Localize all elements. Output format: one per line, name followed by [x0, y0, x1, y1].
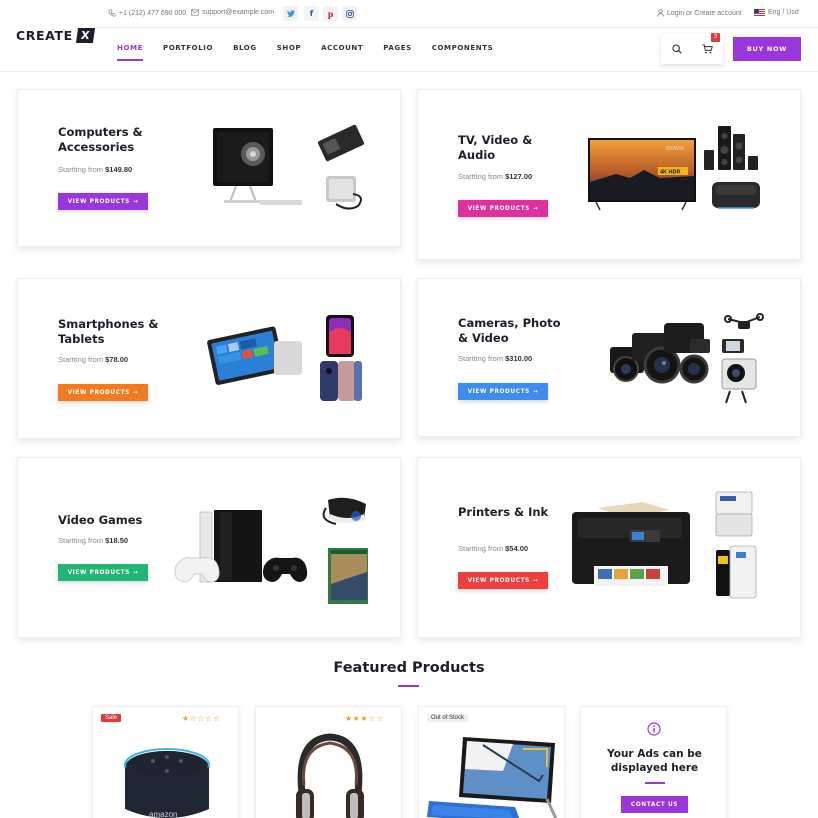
- search-button[interactable]: [661, 34, 692, 64]
- nav-account[interactable]: ACCOUNT: [321, 44, 363, 52]
- category-title: Computers & Accessories: [58, 125, 143, 154]
- facebook-link[interactable]: f: [304, 6, 319, 21]
- phone-icon: [108, 9, 116, 17]
- nav-pages[interactable]: PAGES: [383, 44, 411, 52]
- camera-product-image: [610, 313, 764, 404]
- category-title: Printers & Ink: [458, 505, 549, 519]
- product-card-echo[interactable]: Sale ★☆☆☆☆ amazon: [92, 706, 239, 818]
- login-link[interactable]: Login or Create account: [657, 9, 742, 17]
- logo-mark: X: [75, 28, 95, 43]
- cart-button[interactable]: 3: [692, 33, 723, 64]
- category-card-computers[interactable]: Computers & Accessories Startting from $…: [17, 89, 401, 247]
- headphones-image: [296, 733, 364, 818]
- view-products-button[interactable]: VIEW PRODUCTS →: [458, 383, 548, 400]
- arrow-right-icon: →: [532, 577, 539, 584]
- pinterest-link[interactable]: p: [323, 6, 338, 21]
- instagram-link[interactable]: [342, 6, 357, 21]
- nav-shop[interactable]: SHOP: [277, 44, 301, 52]
- category-card-video-games[interactable]: Video Games Startting from $18.50 VIEW P…: [17, 457, 401, 638]
- login-text: Login or Create account: [667, 9, 742, 17]
- phone-contact[interactable]: +1 (212) 477 690 000: [108, 9, 186, 17]
- sale-badge: Sale: [101, 714, 122, 722]
- envelope-icon: [191, 9, 199, 16]
- top-bar: +1 (212) 477 690 000 support@example.com…: [0, 0, 818, 27]
- category-price: Startting from $310.00: [458, 354, 533, 363]
- category-title: Cameras, Photo & Video: [458, 316, 561, 345]
- tv-hdr-badge: 4K HDR: [660, 170, 681, 176]
- twitter-link[interactable]: [283, 6, 298, 21]
- arrow-right-icon: →: [132, 569, 139, 576]
- contact-us-button[interactable]: CONTACT US: [621, 796, 688, 813]
- logo-text: CREATE: [16, 28, 73, 43]
- header-divider: [0, 71, 818, 72]
- user-icon: [657, 9, 664, 17]
- tv-product-image: BRAVIA 4K HDR: [588, 126, 760, 211]
- phone-number: +1 (212) 477 690 000: [119, 9, 187, 17]
- language-text: Eng / Usd: [768, 9, 799, 16]
- us-flag-icon: [754, 9, 765, 16]
- arrow-right-icon: →: [132, 198, 139, 205]
- category-card-tv[interactable]: TV, Video & Audio Startting from $127.00…: [417, 89, 801, 260]
- category-card-smartphones[interactable]: Smartphones & Tablets Startting from $78…: [17, 278, 401, 439]
- category-title: TV, Video & Audio: [458, 133, 533, 162]
- product-card-tablet[interactable]: Out of Stock: [418, 706, 565, 818]
- category-price: Startting from $18.50: [58, 536, 129, 545]
- out-of-stock-badge: Out of Stock: [427, 714, 469, 722]
- arrow-right-icon: →: [132, 389, 139, 396]
- category-price: Startting from $149.80: [58, 165, 133, 174]
- heading-underline: [398, 685, 419, 687]
- main-nav: HOME PORTFOLIO BLOG SHOP ACCOUNT PAGES C…: [117, 44, 513, 61]
- category-title: Video Games: [58, 513, 143, 527]
- buy-now-button[interactable]: BUY NOW: [733, 37, 801, 61]
- category-title: Smartphones & Tablets: [58, 317, 159, 346]
- nav-portfolio[interactable]: PORTFOLIO: [163, 44, 213, 52]
- nav-home[interactable]: HOME: [117, 44, 143, 61]
- smartphone-product-image: [207, 315, 362, 401]
- email-address: support@example.com: [202, 9, 275, 16]
- nav-blog[interactable]: BLOG: [233, 44, 257, 52]
- view-products-button[interactable]: VIEW PRODUCTS →: [58, 384, 148, 401]
- featured-products-heading: Featured Products: [333, 660, 485, 676]
- smart-speaker-image: amazon: [124, 748, 210, 818]
- category-card-printers[interactable]: Printers & Ink Startting from $54.00 VIE…: [417, 457, 801, 638]
- view-products-button[interactable]: VIEW PRODUCTS →: [58, 193, 148, 210]
- header-icon-group: 3: [661, 33, 723, 64]
- view-products-button[interactable]: VIEW PRODUCTS →: [458, 572, 548, 589]
- facebook-icon: f: [309, 9, 314, 18]
- info-icon: [647, 722, 661, 736]
- pinterest-icon: p: [327, 8, 334, 19]
- category-price: Startting from $78.00: [58, 355, 129, 364]
- computer-product-image: [213, 124, 365, 210]
- twitter-icon: [286, 10, 295, 17]
- speaker-brand-label: amazon: [149, 810, 177, 818]
- topbar-divider: [95, 27, 818, 28]
- category-price: Startting from $127.00: [458, 172, 533, 181]
- ads-title: Your Ads can be displayed here: [607, 748, 702, 774]
- arrow-right-icon: →: [532, 388, 539, 395]
- view-products-button[interactable]: VIEW PRODUCTS →: [458, 200, 548, 217]
- search-icon: [671, 44, 682, 54]
- product-card-headphones[interactable]: ★★★☆☆: [255, 706, 402, 818]
- rating-stars: ★☆☆☆☆: [182, 714, 221, 723]
- ads-underline: [645, 782, 665, 784]
- tablet-image: [427, 737, 558, 818]
- site-logo[interactable]: CREATE X: [16, 28, 95, 43]
- video-games-product-image: [174, 497, 368, 604]
- instagram-icon: [345, 9, 354, 18]
- tv-brand-label: BRAVIA: [666, 146, 685, 152]
- rating-stars: ★★★☆☆: [345, 714, 384, 723]
- category-price: Startting from $54.00: [458, 544, 529, 553]
- arrow-right-icon: →: [532, 205, 539, 212]
- printer-product-image: [572, 491, 757, 599]
- nav-components[interactable]: COMPONENTS: [432, 44, 493, 52]
- language-selector[interactable]: Eng / Usd: [754, 9, 799, 16]
- cart-icon: [702, 44, 713, 54]
- email-contact[interactable]: support@example.com: [191, 9, 274, 16]
- category-card-cameras[interactable]: Cameras, Photo & Video Startting from $3…: [417, 278, 801, 437]
- ads-card: Your Ads can be displayed here CONTACT U…: [580, 706, 727, 818]
- cart-count-badge: 3: [711, 33, 720, 42]
- view-products-button[interactable]: VIEW PRODUCTS →: [58, 564, 148, 581]
